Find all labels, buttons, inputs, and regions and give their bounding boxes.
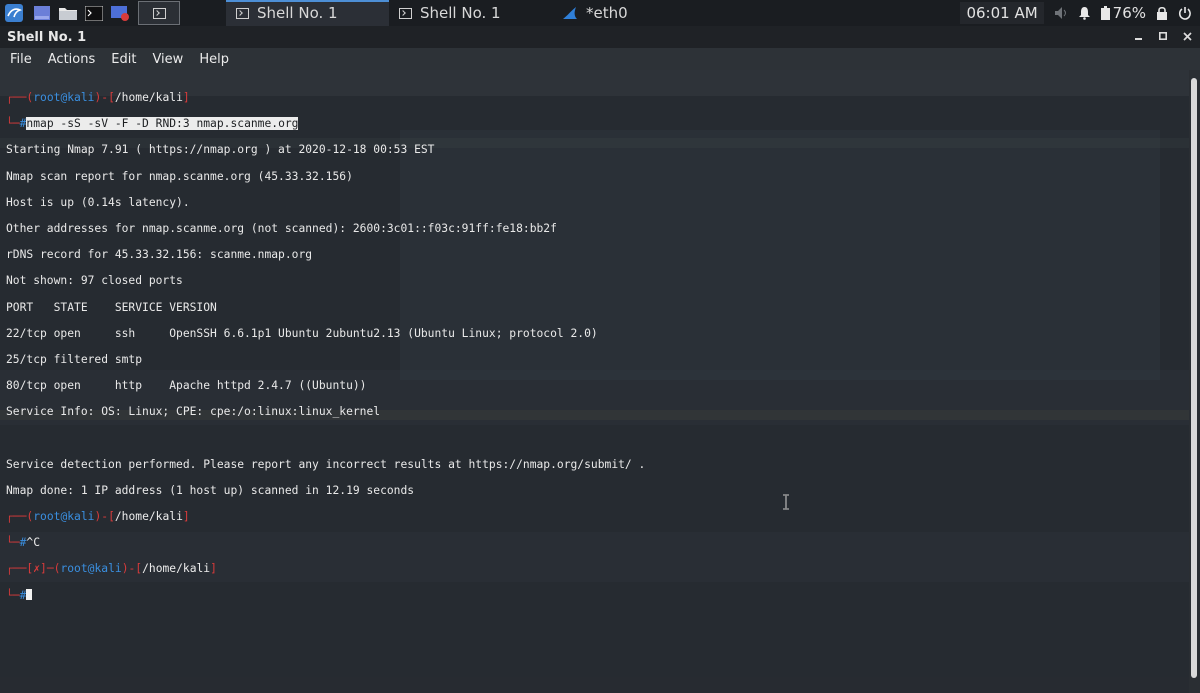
prompt-header: ┌──[✗]─(root@kali)-[/home/kali] [6,562,217,576]
maximize-button[interactable] [1156,28,1170,44]
output-line: 80/tcp open http Apache httpd 2.4.7 ((Ub… [6,379,367,393]
wireshark-fin-icon [563,7,577,19]
error-mark: ✗ [33,562,41,576]
interrupt-text: ^C [26,536,41,550]
prompt-cwd: /home/kali [114,91,183,105]
task-label: Shell No. 1 [257,4,338,22]
minimize-button[interactable] [1132,28,1146,44]
prompt-char: # [19,588,27,602]
close-icon [1182,31,1192,41]
terminal-output[interactable]: ┌──(root@kali)-[/home/kali] └─#nmap -sS … [6,78,1186,678]
window-title: Shell No. 1 [7,29,87,45]
battery-icon [1100,6,1110,20]
command-line: └─#nmap -sS -sV -F -D RND:3 nmap.scanme.… [6,117,299,131]
clock[interactable]: 06:01 AM [960,2,1044,24]
menu-view[interactable]: View [144,52,191,67]
task-shell-2[interactable]: Shell No. 1 [389,0,552,26]
task-label: Shell No. 1 [420,4,501,22]
prompt-header: ┌──(root@kali)-[/home/kali] [6,91,190,105]
background-status-strip [0,677,1189,693]
output-line: Other addresses for nmap.scanme.org (not… [6,222,557,236]
volume-icon[interactable] [1054,6,1068,20]
output-line: Service Info: OS: Linux; CPE: cpe:/o:lin… [6,405,381,419]
battery-percent: 76% [1112,4,1146,22]
mouse-ibeam-cursor-icon [783,494,789,510]
output-line: Nmap scan report for nmap.scanme.org (45… [6,169,353,183]
notification-bell-icon[interactable] [1078,6,1091,20]
menu-help[interactable]: Help [191,52,237,67]
output-line: 22/tcp open ssh OpenSSH 6.6.1p1 Ubuntu 2… [6,326,598,340]
minimize-icon [1135,38,1142,40]
prompt-user: root [33,91,61,105]
prompt-cwd: /home/kali [142,562,211,576]
lock-icon[interactable] [1156,6,1168,20]
command-line: └─#^C [6,536,41,550]
command-line: └─# [6,588,1186,602]
task-label: *eth0 [586,4,628,22]
browser-launcher-icon[interactable] [108,1,132,25]
output-line: Host is up (0.14s latency). [6,195,190,209]
output-line: rDNS record for 45.33.32.156: scanme.nma… [6,248,313,262]
output-line: Nmap done: 1 IP address (1 host up) scan… [6,483,415,497]
prompt-host: kali [67,91,95,105]
prompt-user: root [60,562,88,576]
terminal-icon [236,7,249,19]
system-tray: 06:01 AM 76% [960,0,1200,26]
power-icon[interactable] [1178,6,1192,20]
prompt-header: ┌──(root@kali)-[/home/kali] [6,510,190,524]
maximize-icon [1159,32,1167,40]
battery-indicator[interactable]: 76% [1100,4,1146,22]
terminal-icon [399,7,412,19]
task-list: Shell No. 1 Shell No. 1 *eth0 [226,0,715,26]
output-line: Not shown: 97 closed ports [6,274,183,288]
scrollbar-thumb[interactable] [1191,78,1197,678]
prompt-host: kali [94,562,122,576]
task-wireshark[interactable]: *eth0 [552,0,715,26]
output-line: Starting Nmap 7.91 ( https://nmap.org ) … [6,143,435,157]
prompt-user: root [33,510,61,524]
prompt-host: kali [67,510,95,524]
top-panel: Shell No. 1 Shell No. 1 *eth0 06:01 AM 7… [0,0,1200,27]
menu-bar: File Actions Edit View Help [0,48,1200,70]
show-desktop-icon[interactable] [30,1,54,25]
workspace-terminal-icon [152,7,166,19]
menu-edit[interactable]: Edit [103,52,144,67]
text-cursor [26,588,33,600]
menu-actions[interactable]: Actions [40,52,104,67]
output-line: Service detection performed. Please repo… [6,457,646,471]
window-titlebar[interactable]: Shell No. 1 [0,26,1200,48]
output-line: PORT STATE SERVICE VERSION [6,300,217,314]
output-line: 25/tcp filtered smtp [6,352,143,366]
menu-file[interactable]: File [0,52,40,67]
workspace-switcher[interactable] [138,1,180,25]
file-manager-icon[interactable] [56,1,80,25]
task-shell-1[interactable]: Shell No. 1 [226,0,389,26]
prompt-cwd: /home/kali [114,510,183,524]
typed-command: nmap -sS -sV -F -D RND:3 nmap.scanme.org [26,117,299,131]
terminal-launcher-icon[interactable] [82,1,106,25]
close-button[interactable] [1180,28,1194,44]
kali-menu-icon[interactable] [2,1,26,25]
